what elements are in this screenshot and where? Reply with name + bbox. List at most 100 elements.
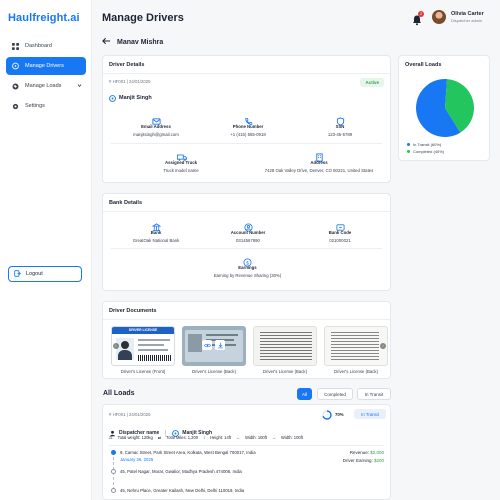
driver-icon <box>12 62 19 70</box>
earning-label: Driver Earning: <box>342 458 373 463</box>
driver-breadcrumb-name: Manav Mishra <box>117 38 164 46</box>
truck-icon <box>176 149 187 161</box>
divider <box>111 248 382 249</box>
route-start-dot <box>111 450 116 455</box>
revenue-row: Revenue: $2,000 <box>350 450 384 455</box>
document-thumbnail[interactable]: DRIVER LICENSE ‹ <box>111 326 175 366</box>
account-value: 0314567890 <box>236 238 260 243</box>
document-label: Driver's License (Back) <box>333 369 379 374</box>
address-value: 7428 Oak Valley Drive, Denver, CO 80221,… <box>264 168 374 173</box>
phone-icon <box>244 113 253 125</box>
code-icon <box>335 219 345 231</box>
logout-button[interactable]: Logout <box>8 266 82 282</box>
email-label: Email Address <box>141 124 171 129</box>
pie-legend: In Transit (60%) Completed (40%) <box>407 142 444 154</box>
bank-code-cell: Bank Code 021000021 <box>295 219 385 243</box>
bank-cell: Bank GreatOak National Bank <box>111 219 201 243</box>
sidebar: Haulfreight.ai Dashboard Manage Drivers … <box>0 0 92 500</box>
sidebar-item-label: Manage Loads <box>25 83 62 89</box>
ssn-cell: SSN 123-45-6789 <box>295 113 385 137</box>
legend-item-in-transit: In Transit (60%) <box>407 142 444 147</box>
email-value: manjitsingh@gmail.com <box>133 132 179 137</box>
sidebar-item-dashboard[interactable]: Dashboard <box>6 38 86 54</box>
load-progress-ring <box>322 410 332 420</box>
stop-2-address: 45, Patel Nagar, Morar, Gwalior, Madhya … <box>120 469 242 474</box>
document-thumbnail[interactable] <box>182 326 246 366</box>
sidebar-item-manage-drivers[interactable]: Manage Drivers <box>6 57 86 75</box>
eye-icon[interactable] <box>202 340 212 350</box>
bank-value: GreatOak National Bank <box>132 238 180 243</box>
tab-in-transit[interactable]: In Transit <box>357 388 391 400</box>
phone-cell: Phone Number +1 (415) 555-0918 <box>203 113 293 137</box>
truck-value: Truck model name <box>163 168 199 173</box>
document-thumbnail[interactable] <box>253 326 317 366</box>
load-progress-label: 70% <box>335 412 344 417</box>
divider <box>103 211 390 212</box>
driver-details-title: Driver Details <box>109 62 145 68</box>
logout-icon <box>14 269 21 279</box>
tab-completed[interactable]: Completed <box>317 388 353 400</box>
width-icon: ↔ <box>236 435 241 440</box>
account-label: Account Number <box>230 230 266 235</box>
spec-miles: Total Miles: 1,200 <box>166 435 199 440</box>
weight-icon: ⚖ <box>109 435 113 440</box>
sidebar-item-label: Dashboard <box>25 43 52 49</box>
width-icon: ↔ <box>271 435 277 440</box>
divider <box>111 143 382 144</box>
overall-loads-card: Overall Loads In Transit (60%) Completed… <box>398 55 490 161</box>
ssn-value: 123-45-6789 <box>327 132 353 137</box>
arrow-left-icon[interactable] <box>102 37 111 47</box>
sidebar-item-settings[interactable]: Settings <box>6 98 86 114</box>
chevron-down-icon <box>77 83 82 90</box>
load-specs: ⚖ Total weight: 120kg ⇄ Total Miles: 1,200… <box>109 435 303 440</box>
tab-all[interactable]: All <box>297 388 312 400</box>
globe-icon <box>12 82 19 90</box>
driver-documents-card: Driver Documents DRIVER LICENSE ‹ Driver… <box>102 301 391 379</box>
shield-icon <box>336 113 345 126</box>
user-role: Dispatcher admin <box>451 18 483 23</box>
height-icon: ↕ <box>203 435 206 440</box>
document-label: Driver's License (Front) <box>120 369 166 374</box>
account-cell: Account Number 0314567890 <box>203 219 293 243</box>
license-banner: DRIVER LICENSE <box>112 327 174 334</box>
driver-id-date: # HF001 | 24/01/2025 <box>109 79 151 84</box>
spec-weight: Total weight: 120kg <box>117 435 153 440</box>
brand-logo: Haulfreight.ai <box>8 12 80 24</box>
divider <box>103 319 390 320</box>
divider <box>103 73 390 74</box>
license-photo <box>116 338 134 360</box>
driver-icon <box>109 89 116 107</box>
chevron-left-icon[interactable]: ‹ <box>113 343 119 349</box>
address-label: Address <box>310 160 328 165</box>
download-icon[interactable] <box>215 340 225 350</box>
load-status-badge: In Transit <box>354 409 386 419</box>
mail-icon <box>151 113 161 125</box>
sidebar-item-manage-loads[interactable]: Manage Loads <box>6 78 86 94</box>
app-root: Haulfreight.ai Dashboard Manage Drivers … <box>0 0 500 500</box>
truck-cell: Assigned Truck Truck model name <box>111 149 251 173</box>
legend-dot <box>407 150 410 153</box>
divider <box>109 445 384 446</box>
breadcrumb[interactable]: Manav Mishra <box>102 37 163 47</box>
driver-details-card: Driver Details # HF001 | 24/01/2025 Acti… <box>102 55 391 183</box>
document-label: Driver's License (Back) <box>262 369 308 374</box>
chevron-right-icon[interactable]: › <box>380 343 386 349</box>
load-id-date: # HF001 | 24/01/2025 <box>109 412 151 417</box>
route-end-dot <box>111 488 116 493</box>
bank-label: Bank <box>150 230 162 235</box>
stop-1-address: 9, Camac Street, Park Street Area, Kolka… <box>120 450 256 455</box>
address-cell: Address 7428 Oak Valley Drive, Denver, C… <box>249 149 389 173</box>
document-thumbnail[interactable]: › <box>324 326 388 366</box>
load-card[interactable]: # HF001 | 24/01/2025 70% In Transit Disp… <box>102 404 391 500</box>
miles-icon: ⇄ <box>157 435 162 440</box>
revenue-value: $2,000 <box>370 450 384 455</box>
notification-badge: 2 <box>418 11 424 17</box>
driver-documents-title: Driver Documents <box>109 308 157 314</box>
earnings-value: Earning by Revenue Sharing (30%) <box>213 273 282 278</box>
route-stop-dot <box>111 469 116 474</box>
phone-value: +1 (415) 555-0918 <box>230 132 266 137</box>
avatar[interactable] <box>432 10 446 24</box>
user-name: Olivia Carter <box>451 11 484 17</box>
dashboard-icon <box>12 42 19 50</box>
spec-width-2: Width: 100ft <box>281 435 303 440</box>
